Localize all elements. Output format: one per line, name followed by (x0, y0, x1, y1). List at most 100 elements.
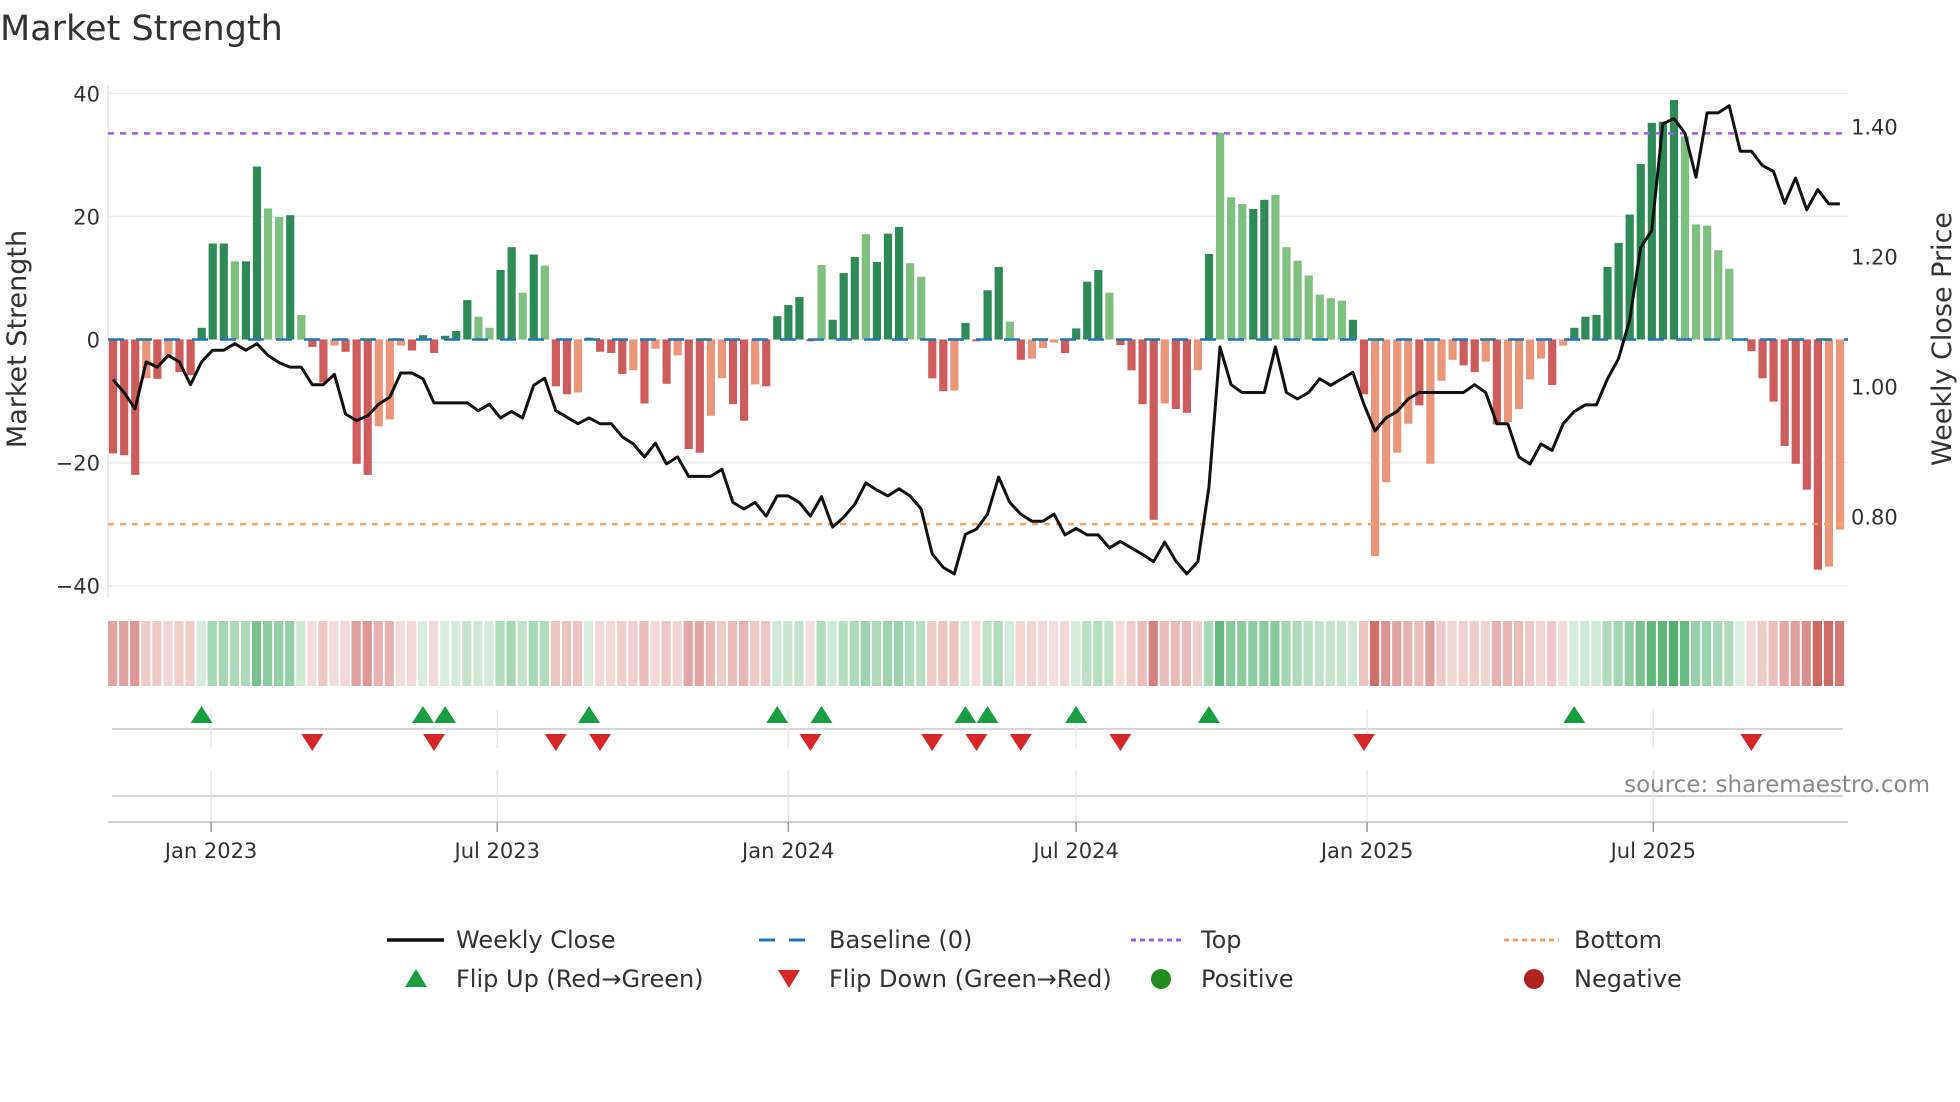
x-tick-label: Jan 2023 (163, 839, 258, 863)
strip-cell-positive (1691, 621, 1701, 686)
flip-markers-panel (112, 706, 1843, 822)
strength-bar (230, 261, 239, 340)
strip-cell-positive (1679, 621, 1690, 686)
strength-bar (1049, 339, 1059, 343)
strength-bar (1437, 339, 1446, 381)
flip-up-marker (1065, 706, 1088, 723)
strip-cell-positive (484, 621, 494, 686)
strength-bar (1227, 197, 1236, 340)
strength-bar (1537, 339, 1546, 359)
strip-cell-positive (783, 621, 793, 686)
strength-bar (1725, 268, 1734, 340)
strip-cell-negative (1358, 621, 1369, 686)
strip-cell-positive (207, 621, 217, 686)
strip-cell-positive (440, 621, 450, 686)
strip-cell-negative (1148, 621, 1158, 686)
strength-bar (430, 339, 439, 354)
x-tick-label: Jul 2023 (453, 839, 540, 863)
strip-cell-positive (794, 621, 804, 686)
strip-cell-negative (1558, 621, 1568, 686)
strip-cell-negative (351, 621, 361, 686)
flip-up-marker (434, 706, 457, 723)
strip-cell-positive (251, 621, 262, 686)
strip-cell-positive (274, 621, 284, 686)
strip-cell-negative (949, 621, 959, 686)
strength-bar (1304, 275, 1313, 340)
strip-cell-negative (362, 621, 372, 686)
strip-cell-positive (584, 621, 594, 686)
strength-bar (1703, 225, 1712, 340)
strength-bar (1448, 339, 1457, 360)
strength-bar (529, 254, 538, 340)
strength-bar (1692, 224, 1701, 340)
market-strength-chart: Market Strength Market Strength Weekly C… (0, 9, 1958, 993)
strip-cell-negative (1491, 621, 1501, 686)
legend-flip-up-label: Flip Up (Red→Green) (456, 965, 704, 993)
strength-bar (1404, 339, 1413, 424)
strip-cell-negative (595, 621, 605, 686)
strip-cell-negative (1480, 621, 1490, 686)
strip-cell-positive (417, 621, 428, 686)
strength-bar (883, 233, 893, 340)
strength-bar (263, 208, 273, 340)
legend-baseline-label: Baseline (0) (829, 926, 972, 954)
strip-cell-negative (1536, 621, 1546, 686)
strip-cell-positive (1281, 621, 1291, 686)
strength-bar (164, 339, 173, 356)
strength-bar (241, 261, 251, 340)
strength-bar (496, 269, 505, 340)
strength-bar (739, 339, 749, 421)
strip-cell-positive (218, 621, 228, 686)
y-tick-label: −20 (56, 452, 100, 476)
strip-cell-negative (572, 621, 583, 686)
strip-cell-positive (495, 621, 505, 686)
strip-cell-negative (1170, 621, 1180, 686)
strip-cell-negative (628, 621, 638, 686)
strip-cell-negative (1115, 621, 1125, 686)
strength-bar (297, 314, 306, 340)
strip-cell-negative (1447, 621, 1457, 686)
strip-cell-negative (1126, 621, 1136, 686)
strip-cell-negative (1192, 621, 1203, 686)
flip-down-marker (799, 734, 822, 751)
strip-cell-positive (871, 621, 882, 686)
strip-cell-positive (1591, 621, 1601, 686)
strength-bar (1481, 339, 1490, 362)
strip-cell-positive (1347, 621, 1358, 686)
strip-cell-positive (1203, 621, 1214, 686)
strip-cell-negative (1060, 621, 1070, 686)
x-tick-label: Jan 2025 (1319, 839, 1414, 863)
strip-cell-positive (506, 621, 516, 686)
strip-cell-positive (905, 621, 915, 686)
strength-bar (319, 339, 328, 383)
strip-cell-positive (296, 621, 306, 686)
strip-cell-negative (716, 621, 727, 686)
strength-bar (1337, 300, 1346, 340)
strip-cell-negative (1801, 621, 1811, 686)
strength-bar (684, 339, 693, 450)
strip-cell-positive (960, 621, 970, 686)
y-tick-label: 0 (87, 329, 100, 353)
strength-bar (407, 339, 417, 351)
strip-cell-negative (185, 621, 195, 686)
strip-cell-negative (738, 621, 749, 686)
strip-cell-positive (772, 621, 782, 686)
strip-cell-positive (838, 621, 848, 686)
strip-cell-negative (550, 621, 560, 686)
strip-cell-negative (163, 621, 173, 686)
strip-cell-positive (1237, 621, 1247, 686)
strip-cell-positive (1093, 621, 1103, 686)
strength-bar (1072, 328, 1081, 340)
y2-tick-label: 1.20 (1851, 246, 1898, 270)
strip-cell-positive (1325, 621, 1335, 686)
y2-tick-label: 1.00 (1851, 376, 1898, 400)
strip-cell-positive (1624, 621, 1634, 686)
x-tick-label: Jul 2024 (1031, 839, 1118, 863)
strength-bar (1105, 292, 1114, 340)
flip-up-marker (578, 706, 601, 723)
strip-cell-positive (1668, 621, 1679, 686)
strip-cell-positive (1303, 621, 1313, 686)
strength-bar (1503, 339, 1513, 422)
strip-cell-negative (1414, 621, 1424, 686)
strip-cell-positive (1336, 621, 1346, 686)
